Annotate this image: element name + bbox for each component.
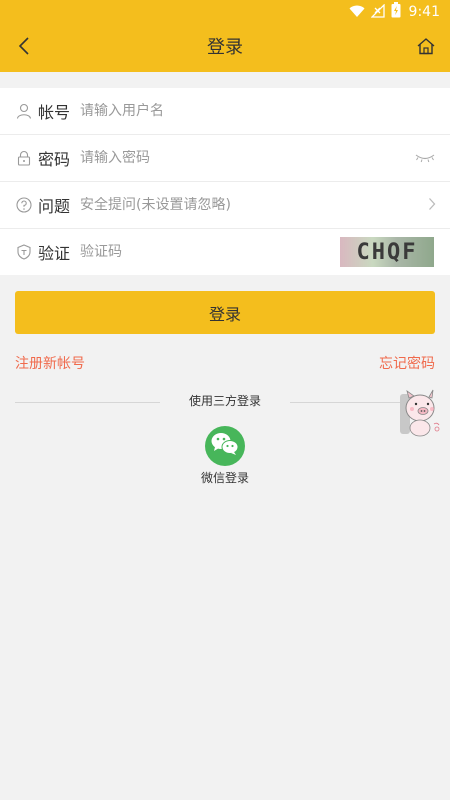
wechat-login-button[interactable] [205, 426, 245, 466]
eye-closed-icon [414, 149, 436, 168]
question-row[interactable]: 问题 [0, 182, 450, 229]
wechat-login-label: 微信登录 [200, 471, 249, 485]
app-bar: 登录 [0, 24, 450, 72]
question-label: 问题 [38, 197, 71, 216]
register-link[interactable]: 注册新帐号 [15, 353, 85, 373]
lock-icon [16, 150, 32, 166]
wechat-icon [210, 431, 240, 461]
account-label: 帐号 [38, 103, 71, 122]
pig-sticker-icon[interactable] [398, 388, 442, 438]
forgot-password-link[interactable]: 忘记密码 [379, 353, 435, 373]
captcha-image[interactable]: CHQF [340, 237, 434, 267]
chevron-right-icon [428, 196, 436, 215]
question-chevron [428, 182, 436, 228]
password-visibility-toggle[interactable] [414, 135, 436, 181]
shield-icon [16, 244, 32, 260]
no-signal-icon [369, 2, 385, 22]
user-icon [16, 103, 32, 119]
security-question-field[interactable] [80, 197, 350, 213]
captcha-row: 验证 CHQF [0, 229, 450, 275]
captcha-input[interactable] [80, 244, 260, 260]
page-title: 登录 [207, 37, 243, 58]
third-party-title: 使用三方登录 [188, 394, 261, 408]
login-form: 帐号 密码 问题 验证 CHQF [0, 88, 450, 275]
login-button[interactable]: 登录 [15, 291, 435, 334]
captcha-label: 验证 [38, 244, 71, 263]
home-button[interactable] [412, 34, 440, 62]
account-row: 帐号 [0, 88, 450, 135]
status-bar: 9:41 [0, 0, 450, 24]
battery-charging-icon [391, 2, 401, 22]
home-icon [416, 37, 436, 59]
status-icons: 9:41 [349, 0, 440, 24]
account-input[interactable] [80, 103, 350, 119]
password-input[interactable] [80, 150, 350, 166]
status-time: 9:41 [408, 4, 440, 20]
password-row: 密码 [0, 135, 450, 182]
question-icon [16, 197, 32, 213]
wifi-icon [349, 3, 365, 22]
password-label: 密码 [38, 150, 71, 169]
